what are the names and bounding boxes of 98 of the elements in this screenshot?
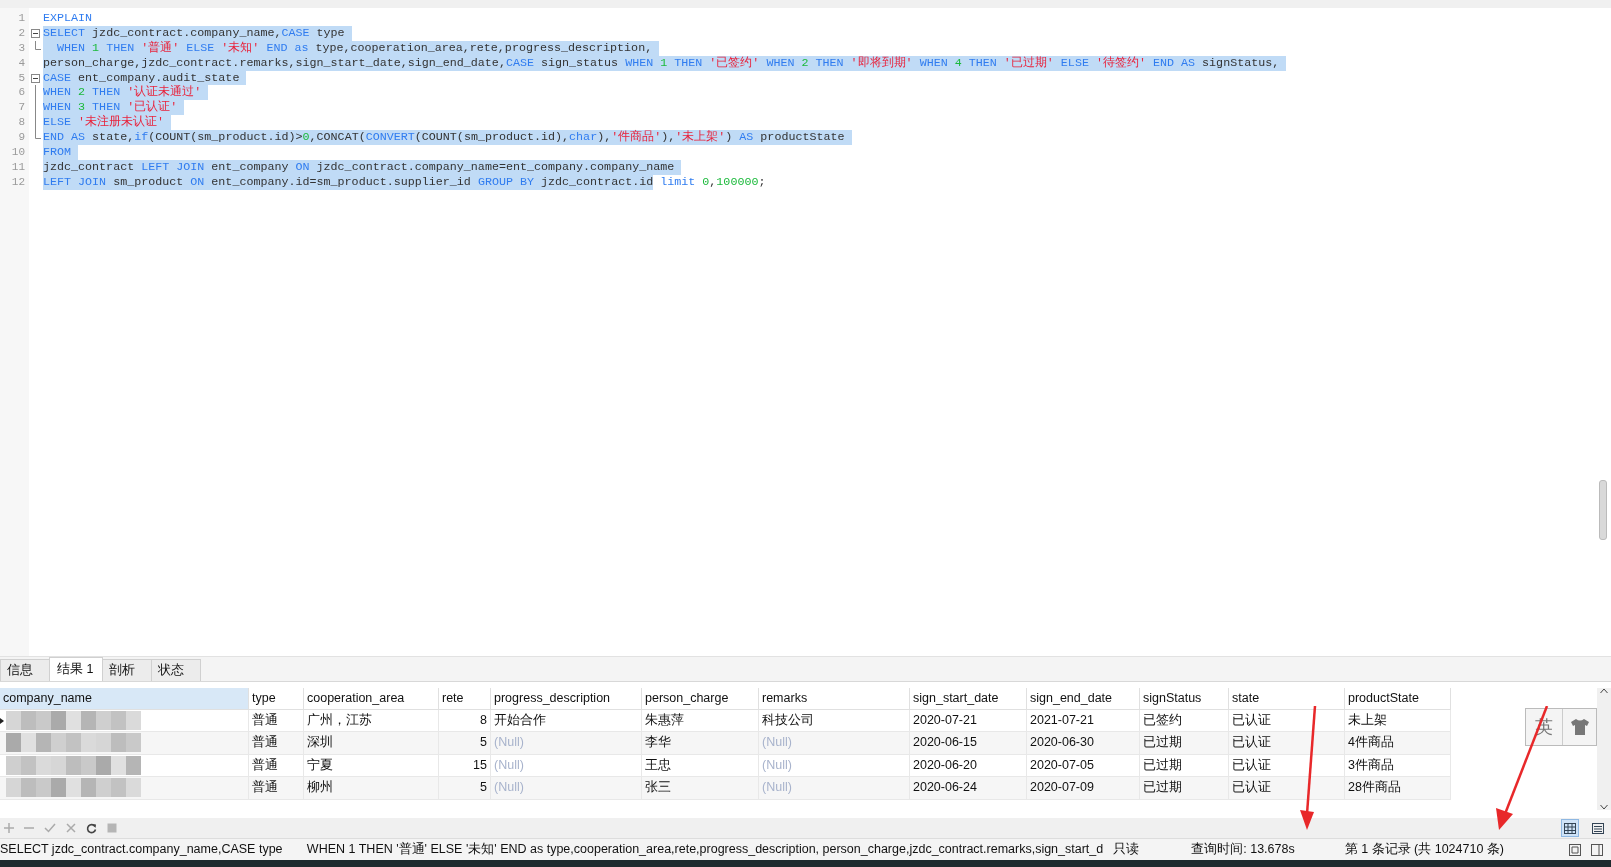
scrollbar-thumb[interactable] <box>1599 480 1607 540</box>
status-mode-text: 只读 <box>1113 841 1140 858</box>
table-cell: 2020-06-24 <box>910 777 1027 799</box>
table-cell: 2020-06-20 <box>910 754 1027 777</box>
table-cell: 已认证 <box>1229 732 1345 754</box>
code-line: WHEN 1 THEN '普通' ELSE '未知' END as type,cooperation_area,rete,progress_description, <box>43 40 1611 56</box>
code-line: jzdc_contract LEFT JOIN ent_company ON jzdc_contract.company_name=ent_company.company_name <box>43 159 1611 175</box>
table-cell: 普通 <box>249 754 304 777</box>
table-cell: 已过期 <box>1140 754 1229 777</box>
table-cell: 已签约 <box>1140 710 1229 732</box>
table-cell: 李华 <box>642 732 759 754</box>
table-cell: 王忠 <box>642 754 759 777</box>
refresh-icon[interactable] <box>86 822 97 834</box>
line-number: 6 <box>17 85 26 101</box>
column-header[interactable]: signStatus <box>1140 688 1229 709</box>
result-tab[interactable]: 结果 1 <box>49 657 103 681</box>
table-cell: 朱惠萍 <box>642 710 759 732</box>
table-cell: 宁夏 <box>304 754 439 777</box>
fold-end-line <box>35 40 41 50</box>
line-number: 11 <box>10 159 26 175</box>
line-number: 10 <box>10 145 26 160</box>
line-number: 8 <box>17 115 26 131</box>
line-number: 2 <box>17 25 26 41</box>
result-tab[interactable]: 状态 <box>151 659 201 681</box>
column-header[interactable]: sign_start_date <box>910 688 1027 709</box>
status-query-text: SELECT jzdc_contract.company_name,CASE type WHEN 1 THEN '普通' ELSE '未知' END as type,cooperation_area,rete,progress_description, person_charge,jzdc_contract.remarks,sign_start_d <box>0 841 1104 858</box>
table-cell: 5 <box>439 777 491 799</box>
table-cell: 开始合作 <box>491 710 642 732</box>
table-cell: (Null) <box>759 732 910 754</box>
table-cell: (Null) <box>491 754 642 777</box>
table-cell: 2020-06-30 <box>1027 732 1140 754</box>
check-icon[interactable] <box>44 823 56 833</box>
table-cell: 2020-07-21 <box>910 710 1027 732</box>
table-cell: 普通 <box>249 710 304 732</box>
table-cell: 5 <box>439 732 491 754</box>
table-cell: (Null) <box>491 732 642 754</box>
shirt-icon[interactable] <box>1569 718 1590 736</box>
result-tab[interactable]: 信息 <box>0 659 50 681</box>
line-number: 5 <box>17 70 26 86</box>
table-cell: 已认证 <box>1229 754 1345 777</box>
layout-icon[interactable] <box>1569 843 1581 856</box>
table-cell: (Null) <box>759 777 910 799</box>
table-cell: 科技公司 <box>759 710 910 732</box>
grid-view-button[interactable] <box>1561 819 1579 837</box>
status-record-text: 第 1 条记录 (共 1024710 条) <box>1344 841 1504 858</box>
column-header[interactable]: rete <box>439 688 491 709</box>
table-cell: 8 <box>439 710 491 732</box>
result-tab[interactable]: 剖析 <box>102 659 152 681</box>
table-cell: 2020-06-15 <box>910 732 1027 754</box>
line-number: 3 <box>17 40 26 56</box>
line-number: 9 <box>17 130 26 145</box>
table-cell: 广州，江苏 <box>304 710 439 732</box>
scroll-up-icon[interactable] <box>1600 688 1608 694</box>
code-line: WHEN 3 THEN '已认证' <box>43 100 1611 116</box>
table-cell: 2020-07-05 <box>1027 754 1140 777</box>
line-number: 12 <box>10 174 26 190</box>
vertical-scrollbar[interactable] <box>1597 688 1611 810</box>
code-line: EXPLAIN <box>43 11 94 26</box>
column-header[interactable]: state <box>1229 688 1345 709</box>
status-time-text: 查询时间: 13.678s <box>1191 841 1295 858</box>
table-cell: (Null) <box>759 754 910 777</box>
column-header[interactable]: progress_description <box>491 688 642 709</box>
table-cell: 已过期 <box>1140 732 1229 754</box>
table-cell: 28件商品 <box>1345 777 1451 799</box>
table-cell: 普通 <box>249 777 304 799</box>
table-cell: 已认证 <box>1229 710 1345 732</box>
code-line: ELSE '未注册未认证' <box>43 115 1611 131</box>
column-header[interactable]: sign_end_date <box>1027 688 1140 709</box>
table-cell: 深圳 <box>304 732 439 754</box>
line-number: 7 <box>17 100 26 116</box>
table-cell: 未上架 <box>1345 710 1451 732</box>
line-number: 1 <box>17 11 26 26</box>
table-cell: (Null) <box>491 777 642 799</box>
column-header[interactable]: cooperation_area <box>304 688 439 709</box>
panel-icon[interactable] <box>1591 843 1603 856</box>
table-cell: 2021-07-21 <box>1027 710 1140 732</box>
code-line: SELECT jzdc_contract.company_name,CASE type <box>43 25 1611 41</box>
column-header[interactable]: type <box>249 688 304 709</box>
line-number: 4 <box>17 55 26 71</box>
column-header[interactable]: company_name <box>0 688 249 709</box>
table-cell: 普通 <box>249 732 304 754</box>
table-cell: 已认证 <box>1229 777 1345 799</box>
table-cell: 已过期 <box>1140 777 1229 799</box>
code-line: WHEN 2 THEN '认证未通过' <box>43 85 1611 101</box>
table-cell: 3件商品 <box>1345 754 1451 777</box>
fold-toggle-icon[interactable] <box>31 28 40 38</box>
column-header[interactable]: productState <box>1345 688 1451 709</box>
scroll-down-icon[interactable] <box>1600 804 1608 810</box>
fold-end-line <box>35 130 41 140</box>
column-header[interactable]: person_charge <box>642 688 759 709</box>
table-cell: 4件商品 <box>1345 732 1451 754</box>
code-line: FROM <box>43 145 1611 160</box>
table-cell: 15 <box>439 754 491 777</box>
table-cell: 2020-07-09 <box>1027 777 1140 799</box>
column-header[interactable]: remarks <box>759 688 910 709</box>
table-cell: 张三 <box>642 777 759 799</box>
fold-toggle-icon[interactable] <box>31 73 40 83</box>
table-cell: 柳州 <box>304 777 439 799</box>
